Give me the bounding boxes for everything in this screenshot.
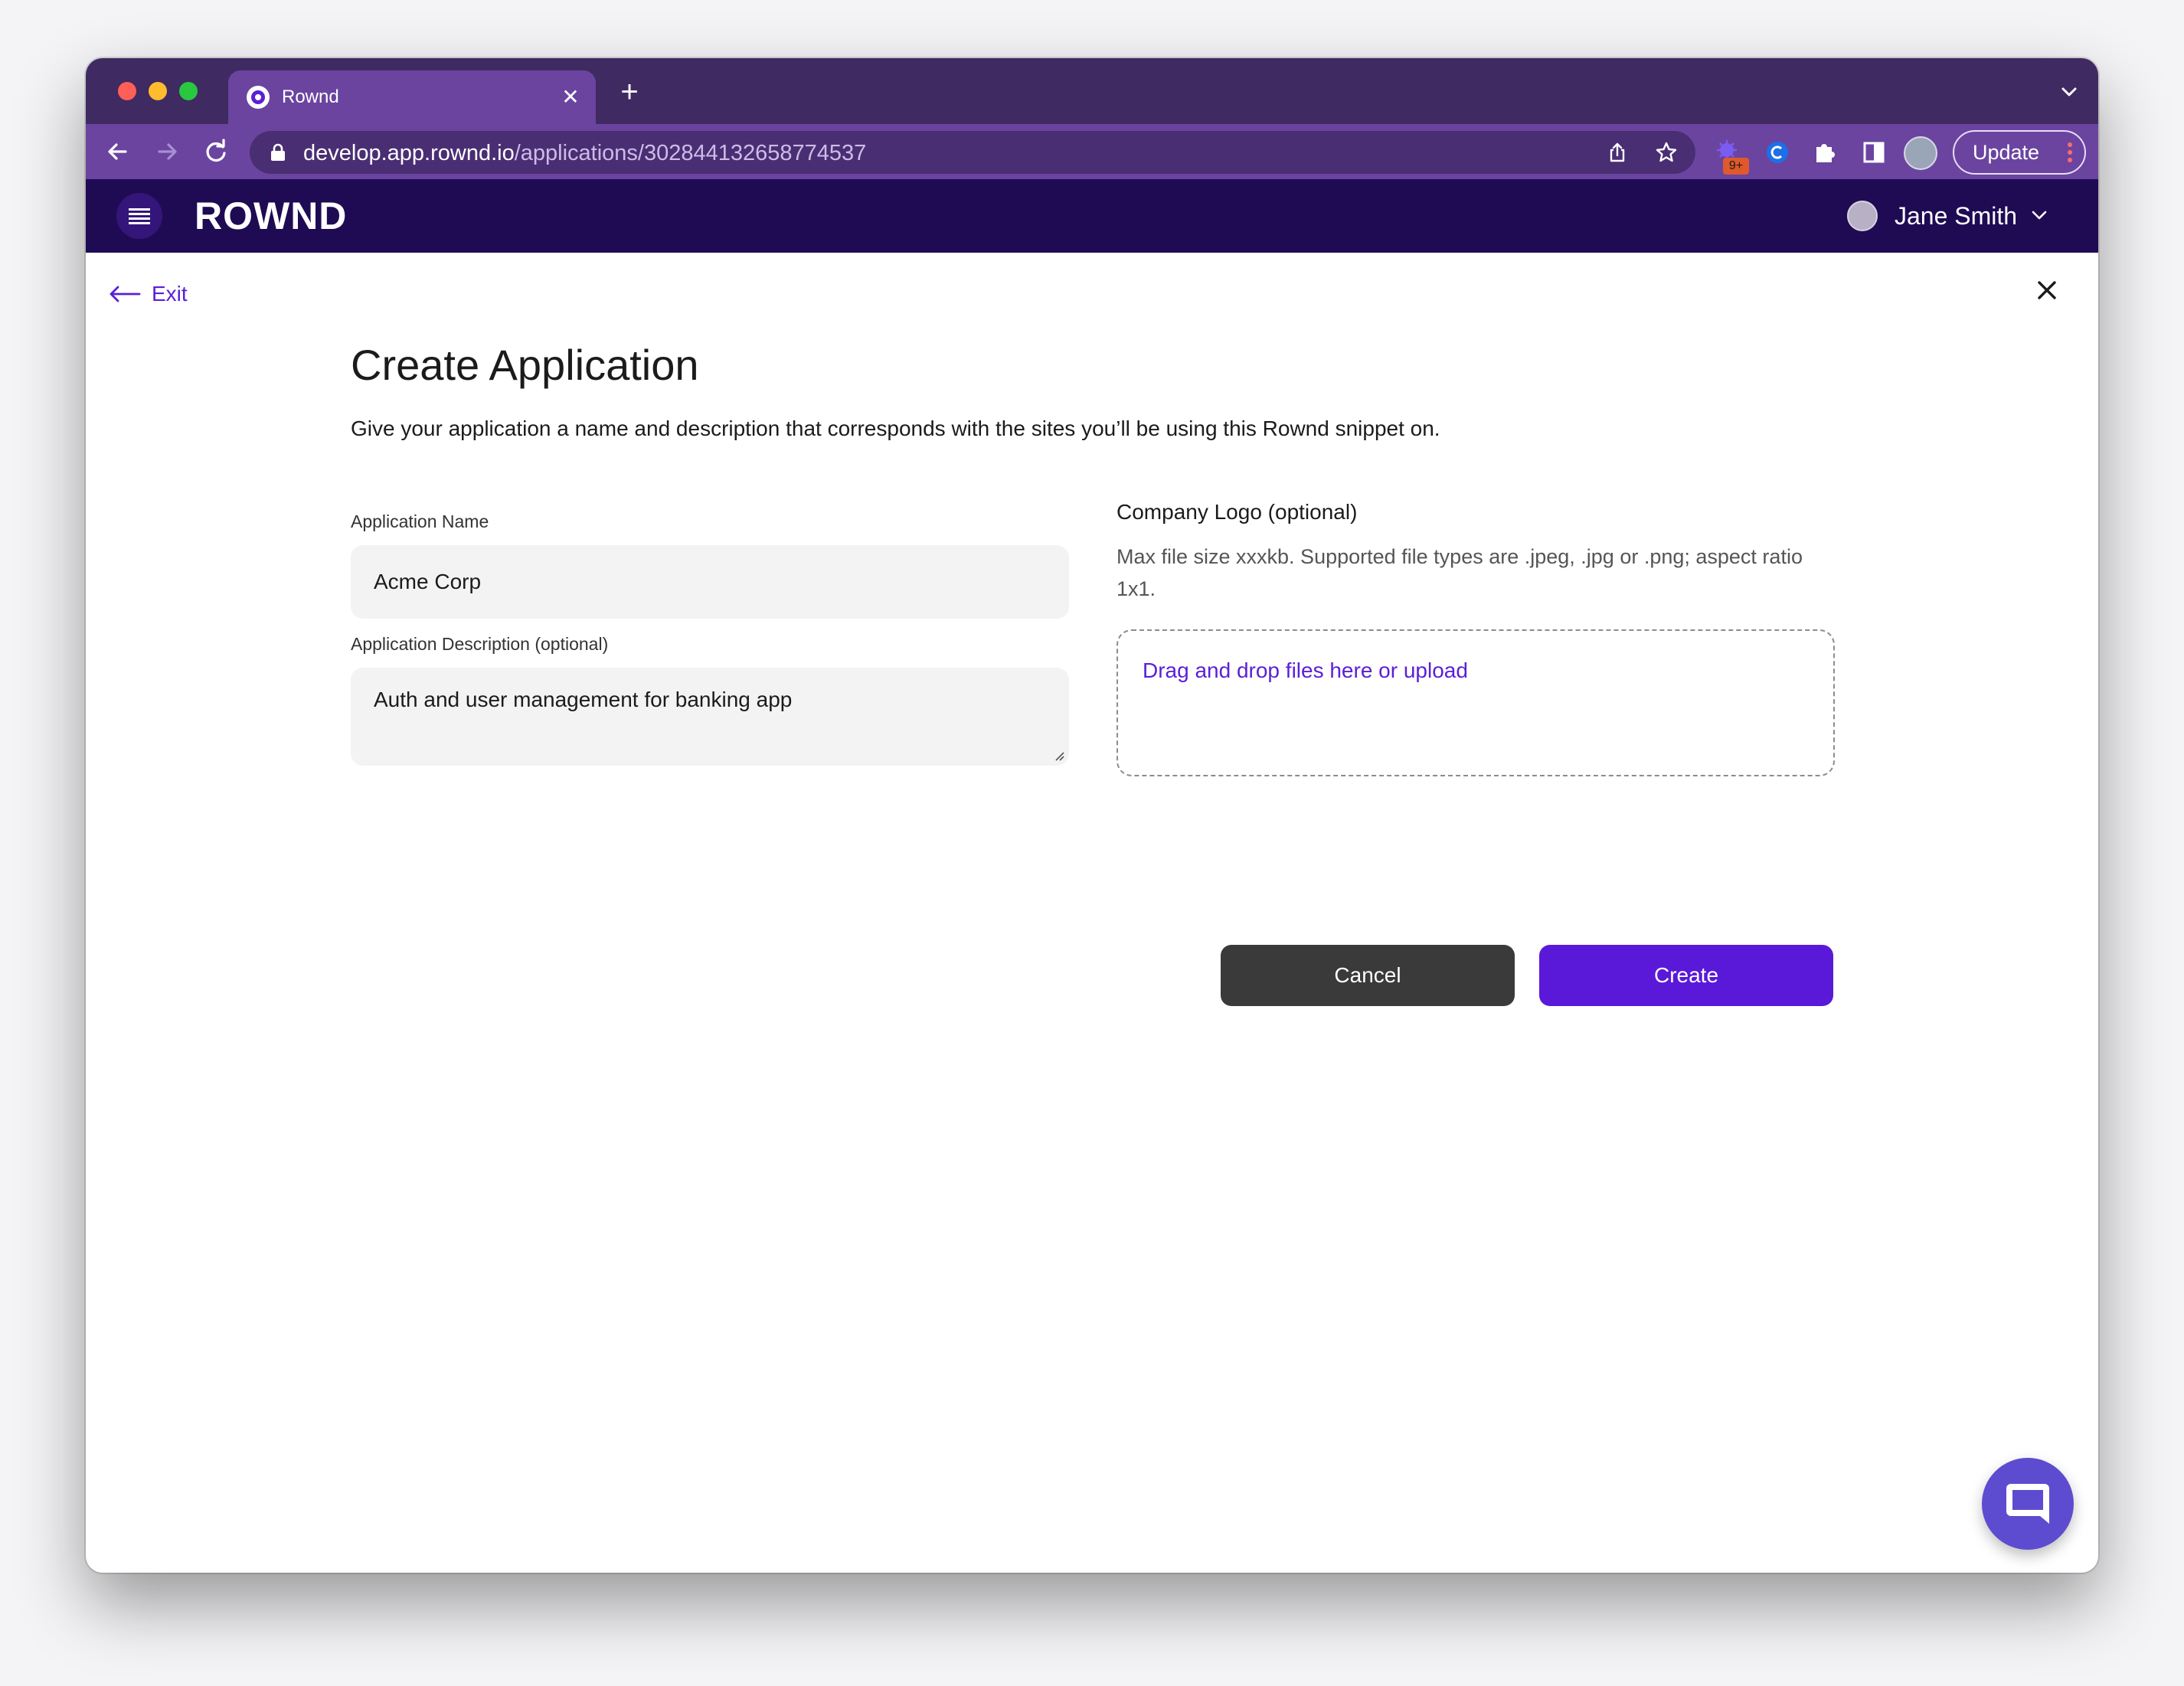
rownd-favicon-icon <box>247 86 270 109</box>
new-tab-button[interactable]: + <box>614 77 645 107</box>
forward-arrow-icon[interactable] <box>152 136 182 167</box>
arrow-left-icon <box>110 286 141 302</box>
extensions-puzzle-icon[interactable] <box>1810 138 1839 167</box>
application-description-textarea[interactable]: Auth and user management for banking app <box>351 668 1069 766</box>
app-header: ROWND Jane Smith <box>86 179 2098 253</box>
application-description-label: Application Description (optional) <box>351 634 609 654</box>
side-panel-icon[interactable] <box>1859 138 1888 167</box>
back-arrow-icon[interactable] <box>103 136 133 167</box>
chat-bubble-icon <box>2006 1484 2049 1524</box>
dropzone-upload-link[interactable]: Drag and drop files here or upload <box>1143 657 1468 685</box>
application-name-label: Application Name <box>351 511 489 531</box>
lock-icon[interactable] <box>270 143 286 162</box>
address-bar[interactable]: develop.app.rownd.io/applications/302844… <box>250 131 1695 174</box>
company-logo-label: Company Logo (optional) <box>1117 500 1358 524</box>
user-name[interactable]: Jane Smith <box>1895 202 2017 230</box>
create-button[interactable]: Create <box>1539 945 1833 1006</box>
browser-tab[interactable]: Rownd ✕ <box>228 70 596 124</box>
url-host: develop.app.rownd.io <box>303 141 515 165</box>
exit-link[interactable]: Exit <box>109 279 188 309</box>
share-icon[interactable] <box>1605 140 1630 165</box>
chevron-down-icon[interactable] <box>2029 205 2049 225</box>
profile-avatar[interactable] <box>1904 136 1937 170</box>
exit-label: Exit <box>152 282 188 306</box>
close-window-button[interactable] <box>118 82 136 100</box>
update-button[interactable]: Update <box>1953 130 2086 175</box>
url-text[interactable]: develop.app.rownd.io/applications/302844… <box>303 141 866 165</box>
minimize-window-button[interactable] <box>149 82 167 100</box>
chat-launcher-button[interactable] <box>1982 1458 2074 1550</box>
logo-dropzone[interactable]: Drag and drop files here or upload <box>1117 629 1835 776</box>
bookmark-star-icon[interactable] <box>1654 140 1679 165</box>
reload-icon[interactable] <box>201 136 231 167</box>
extension-badge: 9+ <box>1723 158 1749 175</box>
maximize-window-button[interactable] <box>179 82 198 100</box>
close-icon[interactable] <box>2034 277 2060 303</box>
rownd-logo[interactable]: ROWND <box>195 193 347 239</box>
update-label: Update <box>1973 141 2040 164</box>
cancel-button[interactable]: Cancel <box>1221 945 1515 1006</box>
application-name-input[interactable]: Acme Corp <box>351 545 1069 619</box>
url-path: /applications/302844132658774537 <box>514 141 867 165</box>
browser-window: Rownd ✕ + develop.app.rownd.io/applicati… <box>86 58 2098 1573</box>
more-vertical-icon <box>2068 142 2072 162</box>
page-title: Create Application <box>351 341 699 389</box>
application-name-value: Acme Corp <box>374 570 482 593</box>
resize-handle-icon[interactable] <box>1052 749 1064 761</box>
company-logo-hint: Max file size xxxkb. Supported file type… <box>1117 545 1803 600</box>
extension-c-icon[interactable] <box>1763 138 1792 167</box>
close-tab-icon[interactable]: ✕ <box>557 84 584 110</box>
tab-search-chevron-icon[interactable] <box>2057 80 2081 104</box>
hamburger-menu-button[interactable] <box>116 193 162 239</box>
user-avatar[interactable] <box>1847 201 1878 231</box>
tab-title: Rownd <box>282 87 339 107</box>
browser-toolbar: develop.app.rownd.io/applications/302844… <box>86 124 2098 179</box>
page-description: Give your application a name and descrip… <box>351 417 1440 440</box>
application-description-value: Auth and user management for banking app <box>374 688 793 711</box>
tab-strip: Rownd ✕ + <box>86 58 2098 124</box>
